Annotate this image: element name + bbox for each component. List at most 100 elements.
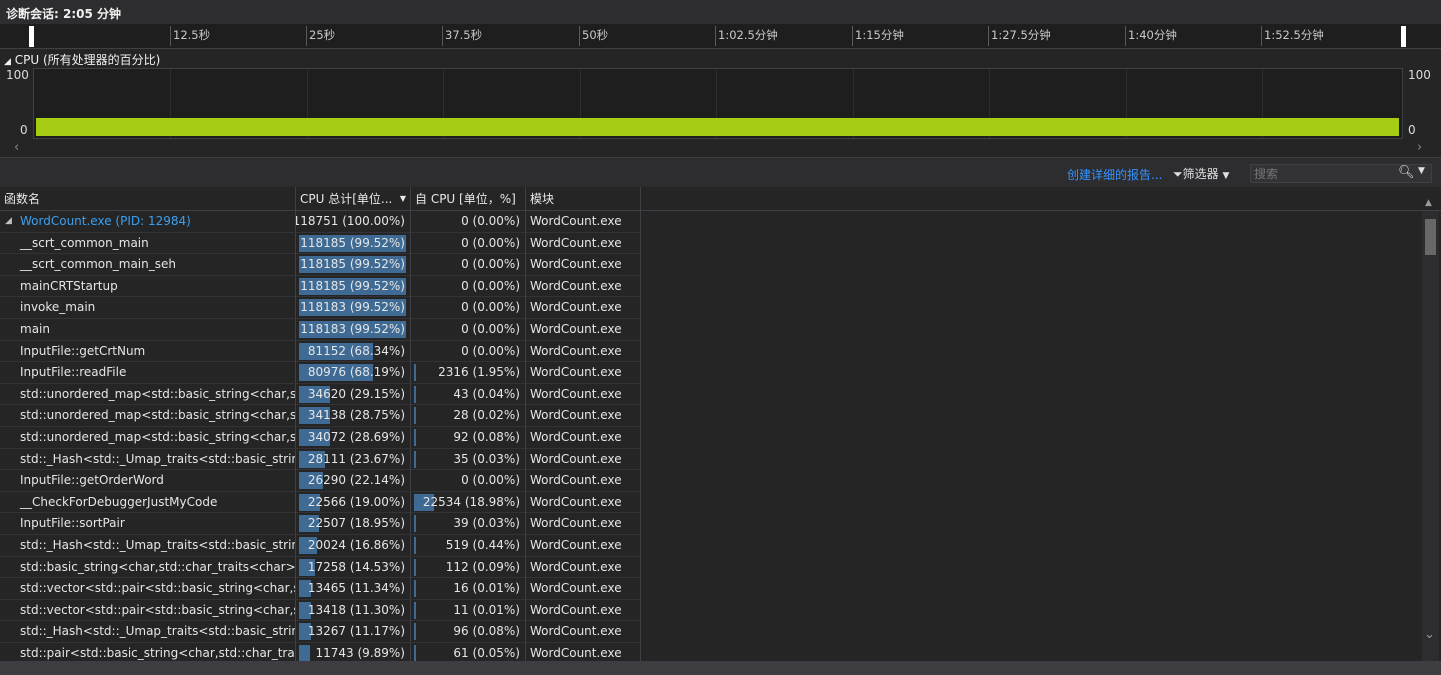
function-name-cell: __scrt_common_main	[0, 232, 296, 254]
timeline-ruler[interactable]: 12.5秒 25秒 37.5秒 50秒 1:02.5分钟 1:15分钟 1:27…	[0, 24, 1441, 49]
self-cpu-bar	[414, 580, 416, 598]
function-name: __scrt_common_main	[20, 235, 149, 250]
table-row[interactable]: mainCRTStartup 118185 (99.52%) 0 (0.00%) Wo…	[0, 275, 641, 298]
cpu-total-value: 34072 (28.69%)	[307, 429, 405, 444]
table-row[interactable]: InputFile::getOrderWord 26290 (22.14%) 0 (…	[0, 470, 641, 492]
scroll-up-icon[interactable]: ▲	[1425, 198, 1432, 208]
table-row[interactable]: std::unordered_map<std::basic_string<cha…	[0, 383, 641, 406]
table-row[interactable]: std::unordered_map<std::basic_string<cha…	[0, 405, 641, 427]
module-cell: WordCount.exe	[526, 534, 641, 556]
cpu-total-value: 80976 (68.19%)	[307, 365, 405, 380]
cpu-usage-graph[interactable]	[33, 68, 1403, 139]
table-row[interactable]: main 118183 (99.52%) 0 (0.00%) WordCount.ex…	[0, 318, 641, 341]
table-row[interactable]: InputFile::getCrtNum 81152 (68.34%) 0 (0.0…	[0, 340, 641, 363]
ruler-tick	[988, 26, 989, 46]
cpu-total-cell: 118185 (99.52%)	[296, 275, 411, 297]
module-cell: WordCount.exe	[526, 211, 641, 232]
self-cpu-bar	[414, 450, 416, 468]
cpu-total-cell: 34072 (28.69%)	[296, 426, 411, 448]
cpu-total-cell: 34138 (28.75%)	[296, 405, 411, 427]
self-cpu-cell: 35 (0.03%)	[411, 448, 526, 470]
scroll-down-icon[interactable]: ⌄	[1424, 627, 1435, 642]
cpu-total-bar	[299, 644, 310, 662]
ruler-tick	[852, 26, 853, 46]
chevron-down-icon: ▼	[1222, 171, 1230, 181]
scroll-left-icon[interactable]: ‹	[14, 140, 19, 155]
expand-collapse-icon[interactable]: ◢	[5, 211, 12, 232]
filter-icon: ⏷	[1173, 167, 1183, 181]
function-name-cell: std::unordered_map<std::basic_string<cha…	[0, 405, 296, 427]
self-cpu-cell: 0 (0.00%)	[411, 297, 526, 319]
collapse-triangle-icon[interactable]: ◢	[4, 57, 11, 67]
table-rows: ◢ WordCount.exe (PID: 12984) 118751 (100.0…	[0, 211, 641, 665]
cpu-total-cell: 118183 (99.52%)	[296, 297, 411, 319]
cpu-section-header[interactable]: ◢ CPU (所有处理器的百分比)	[0, 49, 1441, 67]
cpu-total-value: 118751 (100.00%)	[296, 214, 405, 228]
graph-scroll-bar[interactable]: ‹ ›	[0, 140, 1441, 156]
table-row-process[interactable]: ◢ WordCount.exe (PID: 12984) 118751 (100.0…	[0, 211, 641, 233]
function-name: std::unordered_map<std::basic_string<cha…	[20, 429, 296, 444]
table-row[interactable]: std::_Hash<std::_Umap_traits<std::basic_…	[0, 534, 641, 557]
table-row[interactable]: std::basic_string<char,std::char_traits<…	[0, 556, 641, 579]
cpu-total-cell: 17258 (14.53%)	[296, 556, 411, 578]
vertical-scrollbar[interactable]: ▲ ⌄	[1422, 198, 1439, 661]
module-cell: WordCount.exe	[526, 578, 641, 600]
function-name: std::_Hash<std::_Umap_traits<std::basic_…	[20, 537, 296, 552]
self-cpu-value: 0 (0.00%)	[461, 235, 520, 250]
table-row[interactable]: __scrt_common_main_seh 118185 (99.52%) 0 (…	[0, 254, 641, 276]
cpu-total-value: 118183 (99.52%)	[300, 321, 405, 336]
cpu-total-value: 13465 (11.34%)	[307, 581, 405, 596]
self-cpu-value: 43 (0.04%)	[453, 386, 520, 401]
self-cpu-cell: 0 (0.00%)	[411, 470, 526, 492]
cpu-total-cell: 80976 (68.19%)	[296, 362, 411, 384]
column-header-self-cpu[interactable]: 自 CPU [单位，%]	[411, 187, 526, 211]
table-row[interactable]: std::vector<std::pair<std::basic_string<…	[0, 578, 641, 600]
self-cpu-cell: 112 (0.09%)	[411, 556, 526, 578]
function-name: std::unordered_map<std::basic_string<cha…	[20, 386, 296, 401]
function-name: __scrt_common_main_seh	[20, 257, 176, 272]
table-row[interactable]: std::vector<std::pair<std::basic_string<…	[0, 599, 641, 622]
module-cell: WordCount.exe	[526, 275, 641, 297]
table-row[interactable]: InputFile::sortPair 22507 (18.95%) 39 (0.0…	[0, 513, 641, 535]
table-row[interactable]: std::_Hash<std::_Umap_traits<std::basic_…	[0, 448, 641, 471]
self-cpu-value: 28 (0.02%)	[453, 408, 520, 423]
search-box[interactable]: 🔍︎ ▼	[1250, 164, 1432, 183]
table-row[interactable]: __scrt_common_main 118185 (99.52%) 0 (0.00…	[0, 232, 641, 255]
cpu-title[interactable]: ◢ CPU (所有处理器的百分比)	[4, 51, 160, 68]
table-row[interactable]: invoke_main 118183 (99.52%) 0 (0.00%) WordC…	[0, 297, 641, 319]
function-name-cell: std::_Hash<std::_Umap_traits<std::basic_…	[0, 621, 296, 643]
search-icon[interactable]: 🔍︎	[1398, 165, 1415, 180]
timeline-start-handle[interactable]	[29, 26, 34, 47]
search-options-chevron-icon[interactable]: ▼	[1418, 166, 1425, 176]
self-cpu-bar	[414, 536, 416, 554]
ruler-tick	[1125, 26, 1126, 46]
self-cpu-value: 519 (0.44%)	[445, 537, 520, 552]
scroll-right-icon[interactable]: ›	[1417, 140, 1422, 155]
table-row[interactable]: std::unordered_map<std::basic_string<cha…	[0, 426, 641, 449]
table-row[interactable]: std::_Hash<std::_Umap_traits<std::basic_…	[0, 621, 641, 643]
ruler-label: 1:27.5分钟	[991, 28, 1051, 42]
function-name-cell: std::_Hash<std::_Umap_traits<std::basic_…	[0, 448, 296, 470]
toolbar: 创建详细的报告... ⏷筛选器 ▼ 🔍︎ ▼	[0, 157, 1441, 187]
cpu-axis-left-max: 100	[6, 68, 29, 82]
create-detailed-report-link[interactable]: 创建详细的报告...	[1067, 166, 1162, 183]
column-header-function-name[interactable]: 函数名	[0, 187, 296, 211]
module-cell: WordCount.exe	[526, 405, 641, 427]
function-name: InputFile::getOrderWord	[20, 473, 164, 488]
timeline-end-handle[interactable]	[1401, 26, 1406, 47]
cpu-total-cell: 118185 (99.52%)	[296, 254, 411, 276]
function-name-cell: __scrt_common_main_seh	[0, 254, 296, 276]
column-header-cpu-total[interactable]: CPU 总计[单位... ▼	[296, 187, 411, 211]
self-cpu-cell: 22534 (18.98%)	[411, 491, 526, 513]
cpu-total-value: 20024 (16.86%)	[307, 537, 405, 552]
filter-button[interactable]: ⏷筛选器 ▼	[1173, 165, 1229, 182]
scrollbar-thumb[interactable]	[1425, 219, 1436, 255]
search-input[interactable]	[1254, 165, 1394, 182]
horizontal-scrollbar[interactable]	[0, 661, 1441, 675]
self-cpu-cell: 43 (0.04%)	[411, 383, 526, 405]
column-header-module[interactable]: 模块	[526, 187, 641, 211]
table-row[interactable]: InputFile::readFile 80976 (68.19%) 2316 (1…	[0, 362, 641, 384]
function-name: std::unordered_map<std::basic_string<cha…	[20, 408, 296, 423]
table-row[interactable]: __CheckForDebuggerJustMyCode 22566 (19.00…	[0, 491, 641, 514]
cpu-total-value: 13418 (11.30%)	[307, 602, 405, 617]
